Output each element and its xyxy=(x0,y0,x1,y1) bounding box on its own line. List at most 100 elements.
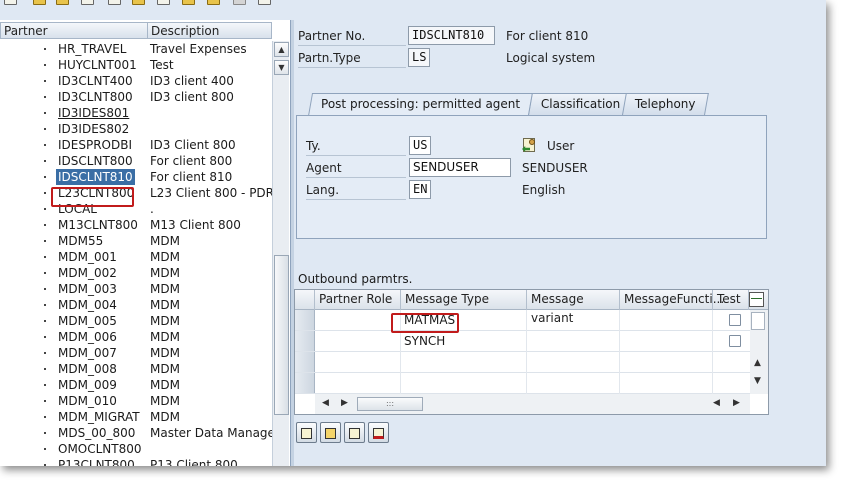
partner-no-field[interactable]: IDSCLNT810 xyxy=(408,26,495,45)
partner-tree-row[interactable]: L23CLNT800 L23 Client 800 - PDR xyxy=(0,185,272,201)
partner-id[interactable]: M13CLNT800 xyxy=(58,217,138,233)
insert-row-icon[interactable] xyxy=(344,422,365,443)
partner-tree-row[interactable]: MDM_003 MDM xyxy=(0,281,272,297)
partner-role-cell[interactable] xyxy=(315,331,401,352)
partner-tree-row[interactable]: ID3CLNT400 ID3 client 400 xyxy=(0,73,272,89)
partner-id[interactable]: MDM_007 xyxy=(58,345,117,361)
agent-field[interactable]: SENDUSER xyxy=(409,158,511,177)
scroll-left-icon[interactable]: ◀ xyxy=(713,398,720,408)
table-settings-icon[interactable] xyxy=(749,292,764,307)
message-function-cell[interactable] xyxy=(620,373,713,394)
scroll-down-icon[interactable]: ▼ xyxy=(274,60,289,75)
col-partner-role[interactable]: Partner Role xyxy=(315,290,401,310)
test-checkbox[interactable] xyxy=(729,314,741,326)
partner-id[interactable]: MDM_004 xyxy=(58,297,117,313)
table-vertical-scrollbar[interactable]: ▲ ▼ xyxy=(750,310,768,394)
settings-icon[interactable] xyxy=(207,0,220,5)
partner-id[interactable]: IDESPRODBI xyxy=(58,137,132,153)
partner-tree-row[interactable]: ID3IDES802 xyxy=(0,121,272,137)
scroll-thumb[interactable]: ::: xyxy=(357,397,423,411)
partner-id[interactable]: MDM_010 xyxy=(58,393,117,409)
partner-id[interactable]: IDSCLNT800 xyxy=(58,153,133,169)
partner-id[interactable]: MDM_006 xyxy=(58,329,117,345)
layout-icon[interactable] xyxy=(233,0,246,5)
partner-tree-row[interactable]: HR_TRAVEL Travel Expenses xyxy=(0,41,272,57)
message-function-cell[interactable] xyxy=(620,310,713,331)
tree-vertical-scrollbar[interactable]: ▲ ▼ xyxy=(272,41,289,466)
description-column-header[interactable]: Description xyxy=(148,22,272,39)
col-message-function[interactable]: MessageFuncti... xyxy=(620,290,724,310)
scroll-right-icon[interactable]: ▶ xyxy=(341,398,348,408)
partner-tree-row[interactable]: ID3CLNT800 ID3 client 800 xyxy=(0,89,272,105)
partner-tree-row[interactable]: MDM_004 MDM xyxy=(0,297,272,313)
message-variant-cell[interactable] xyxy=(527,310,620,331)
display-icon[interactable] xyxy=(33,0,46,5)
partner-id[interactable]: MDS_00_800 xyxy=(58,425,135,441)
scroll-right-icon[interactable]: ▶ xyxy=(733,398,740,408)
partner-id[interactable]: HUYCLNT001 xyxy=(58,57,137,73)
message-variant-cell[interactable] xyxy=(527,373,620,394)
partner-role-cell[interactable] xyxy=(315,352,401,373)
partn-type-field[interactable]: LS xyxy=(408,48,430,67)
message-type-cell[interactable]: SYNCH xyxy=(401,331,527,352)
copy-row-icon[interactable] xyxy=(320,422,341,443)
message-variant-cell[interactable] xyxy=(527,331,620,352)
partner-tree-row[interactable]: MDM55 MDM xyxy=(0,233,272,249)
delete-row-icon[interactable] xyxy=(368,422,389,443)
col-message-type[interactable]: Message Type xyxy=(401,290,527,310)
partner-tree-row[interactable]: MDM_008 MDM xyxy=(0,361,272,377)
partner-tree-row[interactable]: IDSCLNT800 For client 800 xyxy=(0,153,272,169)
partner-id[interactable]: ID3CLNT400 xyxy=(58,73,133,89)
delete-icon[interactable] xyxy=(132,0,145,5)
message-variant-cell[interactable] xyxy=(527,352,620,373)
print-icon[interactable] xyxy=(157,0,170,5)
partner-tree-row[interactable]: IDSCLNT810 For client 810 xyxy=(0,169,272,185)
message-type-cell[interactable] xyxy=(401,352,527,373)
table-row[interactable] xyxy=(295,352,768,373)
copy-icon[interactable] xyxy=(108,0,121,5)
scroll-down-icon[interactable]: ▼ xyxy=(754,376,761,386)
partner-tree-row[interactable]: MDM_007 MDM xyxy=(0,345,272,361)
new-icon[interactable] xyxy=(4,0,17,5)
scroll-left-icon[interactable]: ◀ xyxy=(322,398,329,408)
partner-id[interactable]: OMOCLNT800 xyxy=(58,441,142,457)
partner-tree-row[interactable]: MDM_010 MDM xyxy=(0,393,272,409)
scroll-up-icon[interactable]: ▲ xyxy=(754,358,761,368)
partner-tree-row[interactable]: P13CLNT800 P13 Client 800 xyxy=(0,457,272,466)
partner-tree-row[interactable]: MDM_005 MDM xyxy=(0,313,272,329)
partner-id[interactable]: MDM_008 xyxy=(58,361,117,377)
partner-id[interactable]: MDM_001 xyxy=(58,249,117,265)
change-icon[interactable] xyxy=(81,0,94,5)
partner-tree-row[interactable]: MDS_00_800 Master Data Managem xyxy=(0,425,272,441)
partner-column-header[interactable]: Partner xyxy=(0,22,148,39)
find-icon[interactable] xyxy=(182,0,195,5)
scroll-thumb[interactable] xyxy=(751,312,765,330)
partner-tree-row[interactable]: MDM_001 MDM xyxy=(0,249,272,265)
partner-tree-row[interactable]: MDM_009 MDM xyxy=(0,377,272,393)
partner-role-cell[interactable] xyxy=(315,373,401,394)
col-message-variant[interactable]: Message variant xyxy=(527,290,620,325)
col-test[interactable]: Test xyxy=(713,290,749,310)
test-checkbox[interactable] xyxy=(729,335,741,347)
language-field[interactable]: EN xyxy=(409,180,431,199)
message-function-cell[interactable] xyxy=(620,352,713,373)
partner-id[interactable]: MDM_003 xyxy=(58,281,117,297)
tab-post-processing[interactable]: Post processing: permitted agent xyxy=(308,93,534,116)
table-row[interactable] xyxy=(295,373,768,394)
message-function-cell[interactable] xyxy=(620,331,713,352)
partner-tree-row[interactable]: M13CLNT800 M13 Client 800 xyxy=(0,217,272,233)
partner-id[interactable]: ID3IDES801 xyxy=(58,105,129,121)
partner-tree-row[interactable]: IDESPRODBI ID3 Client 800 xyxy=(0,137,272,153)
partner-id[interactable]: MDM_005 xyxy=(58,313,117,329)
partner-id[interactable]: MDM55 xyxy=(58,233,103,249)
tab-telephony[interactable]: Telephony xyxy=(622,93,709,115)
partner-tree-row[interactable]: LOCAL. xyxy=(0,201,272,217)
partner-id[interactable]: MDM_009 xyxy=(58,377,117,393)
partner-tree-row[interactable]: MDM_002 MDM xyxy=(0,265,272,281)
partner-tree-row[interactable]: OMOCLNT800 xyxy=(0,441,272,457)
scroll-thumb[interactable] xyxy=(274,255,289,415)
partner-id[interactable]: ID3IDES802 xyxy=(58,121,129,137)
partner-id[interactable]: HR_TRAVEL xyxy=(58,41,126,57)
tab-classification[interactable]: Classification xyxy=(528,93,634,115)
table-horizontal-scrollbar[interactable]: ◀ ▶ ::: ◀ ▶ xyxy=(315,394,750,414)
